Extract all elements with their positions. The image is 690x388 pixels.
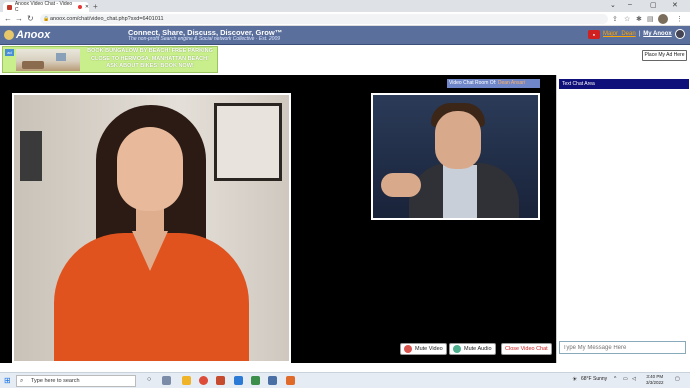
text-chat-panel: Text Chat Area [556,75,690,363]
taskbar-search-placeholder: Type here to search [31,378,80,384]
mute-audio-button[interactable]: Mute Audio [449,343,496,355]
lock-icon: 🔒 [43,16,50,22]
reload-icon[interactable]: ↻ [27,14,34,23]
menu-icon[interactable]: ⋮ [676,15,683,23]
camera-icon [404,345,412,353]
extensions-icon[interactable]: ✱ [636,15,642,23]
site-header: Anoox Connect, Share, Discuss, Discover,… [0,26,690,45]
back-icon[interactable]: ← [4,14,12,23]
taskbar-app-icon[interactable] [234,376,243,385]
mute-video-button[interactable]: Mute Video [400,343,447,355]
room-owner-name[interactable]: Dean Ansari [498,80,525,86]
network-icon[interactable]: ▭ [623,376,628,382]
chat-bubble-icon[interactable]: ● [588,29,600,39]
mute-audio-label: Mute Audio [464,346,492,352]
local-video [371,93,540,220]
task-view-icon[interactable]: ○ [147,376,151,383]
close-tab-icon[interactable]: ✕ [85,4,89,10]
minimize-icon[interactable]: – [628,1,632,8]
ad-image [16,49,80,71]
taskbar-app-icon[interactable] [216,376,225,385]
video-chat-area: Video Chat Room Of: Dean Ansari Mute Vid… [0,75,556,363]
username-link[interactable]: Major_Dean [603,31,636,37]
taskbar-app-icon[interactable] [286,376,295,385]
ad-image-sofa [22,61,44,69]
chat-message-input[interactable] [559,341,686,354]
system-clock[interactable]: 3:40 PM 3/3/2022 [646,374,664,386]
room-label-prefix: Video Chat Room Of: [449,80,497,86]
forward-icon[interactable]: → [15,14,23,23]
microphone-icon [453,345,461,353]
room-label: Video Chat Room Of: Dean Ansari [447,79,540,88]
separator: | [638,31,641,37]
chat-messages [559,89,689,339]
browser-tab-strip: Anoox Video Chat - Video C ✕ + ⌄ – ▢ ✕ [0,0,690,13]
logo-text: Anoox [16,29,51,41]
share-icon[interactable]: ⇪ [612,15,618,23]
taskbar-search[interactable]: ⌕ Type here to search [16,375,136,387]
chrome-icon[interactable] [199,376,208,385]
ad-banner[interactable]: ad BOOK BUNGALOW BY BEACH! FREE PARKING … [2,46,218,73]
person-face [117,127,183,211]
ad-strip: ad BOOK BUNGALOW BY BEACH! FREE PARKING … [0,45,690,75]
url-field[interactable]: 🔒 anoox.com/chat/video_chat.php?sxd=6401… [40,14,608,24]
person-hand [381,173,421,197]
ad-text-line: CLOSE TO HERMOSA, MANHATTAN BEACH! [91,55,209,62]
weather-icon[interactable]: ☀ [572,376,577,383]
tray-chevron-icon[interactable]: ^ [614,376,616,382]
url-text: anoox.com/chat/video_chat.php?sxd=640101… [50,16,164,22]
user-menu: ● Major_Dean | My Anoox [588,29,685,39]
taskbar-app-icon[interactable] [268,376,277,385]
windows-start-icon[interactable]: ⊞ [4,376,11,385]
file-explorer-icon[interactable] [182,376,191,385]
video-background-frame [214,103,282,181]
remote-video [12,93,291,363]
volume-icon[interactable]: ◁ [632,376,636,382]
site-subtagline: The non-profit Search engine & Social ne… [128,36,281,42]
address-bar-row: ← → ↻ 🔒 anoox.com/chat/video_chat.php?sx… [0,12,690,26]
windows-taskbar: ⊞ ⌕ Type here to search ○ ☀ 68°F Sunny ^… [0,372,690,388]
person-shirt [443,165,477,218]
browser-tab[interactable]: Anoox Video Chat - Video C ✕ [3,1,89,13]
close-window-icon[interactable]: ✕ [672,1,678,9]
site-favicon-icon [7,4,12,10]
recording-indicator-icon [77,5,82,9]
taskbar-app-icon[interactable] [251,376,260,385]
video-background-object [20,131,42,181]
ad-text: BOOK BUNGALOW BY BEACH! FREE PARKING CLO… [83,48,217,71]
place-ad-button[interactable]: Place My Ad Here [642,50,687,61]
mute-video-label: Mute Video [415,346,443,352]
ad-info-badge[interactable]: ad [5,49,14,56]
sidebar-icon[interactable]: ▤ [647,15,654,23]
ad-text-line: BOOK BUNGALOW BY BEACH! FREE PARKING [87,48,213,54]
weather-text[interactable]: 68°F Sunny [581,376,607,382]
user-avatar[interactable] [674,29,685,39]
profile-avatar[interactable] [658,14,668,24]
person-face [435,111,481,169]
logo-globe-icon [4,30,14,40]
taskbar-app-icon[interactable] [162,376,171,385]
site-logo[interactable]: Anoox [4,29,50,41]
ad-image-picture [56,53,66,61]
close-video-chat-button[interactable]: Close Video Chat [501,343,552,355]
my-anoox-link[interactable]: My Anoox [643,31,671,37]
maximize-icon[interactable]: ▢ [650,1,657,9]
dropdown-icon[interactable]: ⌄ [610,1,616,9]
search-icon: ⌕ [20,378,24,384]
new-tab-icon[interactable]: + [93,2,98,11]
chat-header: Text Chat Area [559,79,689,89]
bookmark-star-icon[interactable]: ☆ [624,15,630,23]
ad-text-line: ASK ABOUT BIKES! BOOK NOW! [106,63,194,69]
notifications-icon[interactable]: ▢ [675,376,680,382]
clock-date: 3/3/2022 [646,380,664,385]
